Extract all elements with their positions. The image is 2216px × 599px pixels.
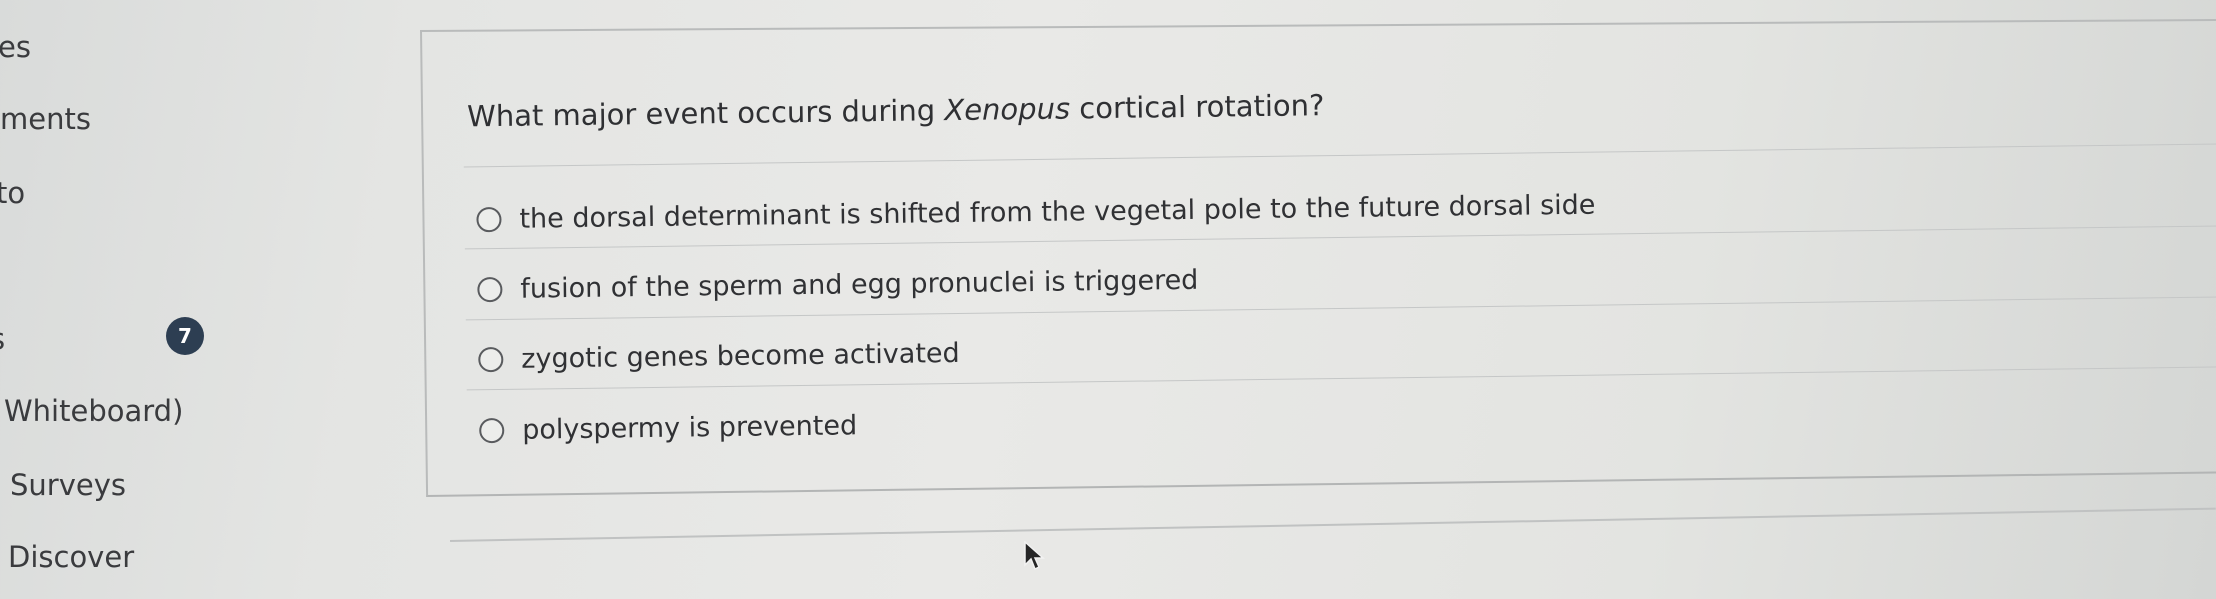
- notification-count-badge: 7: [166, 317, 204, 355]
- question-text-start: What major event occurs during: [466, 93, 945, 134]
- answer-option-4[interactable]: polyspermy is prevented: [479, 408, 857, 447]
- question-prompt: What major event occurs during Xenopus c…: [467, 88, 1325, 133]
- sidebar-item-partial-es[interactable]: es: [0, 30, 31, 64]
- answer-option-label: polyspermy is prevented: [522, 409, 858, 446]
- answer-option-1[interactable]: the dorsal determinant is shifted from t…: [476, 188, 1596, 237]
- next-panel-edge: [450, 507, 2216, 542]
- question-text-italic: Xenopus: [944, 91, 1071, 128]
- sidebar-item-assignments[interactable]: ments: [0, 102, 91, 136]
- question-text-end: cortical rotation?: [1069, 88, 1325, 126]
- quiz-question-panel: What major event occurs during Xenopus c…: [420, 6, 2216, 497]
- radio-button-icon[interactable]: [478, 346, 504, 372]
- sidebar-item-partial-to[interactable]: to: [0, 176, 25, 210]
- question-divider: [463, 143, 2216, 168]
- answer-option-label: zygotic genes become activated: [521, 337, 960, 375]
- answer-option-3[interactable]: zygotic genes become activated: [478, 336, 960, 376]
- radio-button-icon[interactable]: [476, 206, 502, 232]
- sidebar-item-discover[interactable]: Discover: [8, 540, 134, 574]
- radio-button-icon[interactable]: [479, 417, 505, 443]
- sidebar-item-surveys[interactable]: Surveys: [10, 468, 126, 502]
- answer-option-2[interactable]: fusion of the sperm and egg pronuclei is…: [477, 263, 1199, 306]
- radio-button-icon[interactable]: [477, 276, 503, 302]
- course-navigation-sidebar: es ments to s 7 Whiteboard) Surveys Disc…: [0, 0, 420, 599]
- mouse-pointer-icon: [1024, 541, 1045, 571]
- answer-option-label: fusion of the sperm and egg pronuclei is…: [520, 264, 1199, 305]
- answer-option-label: the dorsal determinant is shifted from t…: [519, 189, 1596, 235]
- sidebar-item-whiteboard[interactable]: Whiteboard): [4, 394, 183, 428]
- sidebar-item-partial-s[interactable]: s: [0, 322, 5, 356]
